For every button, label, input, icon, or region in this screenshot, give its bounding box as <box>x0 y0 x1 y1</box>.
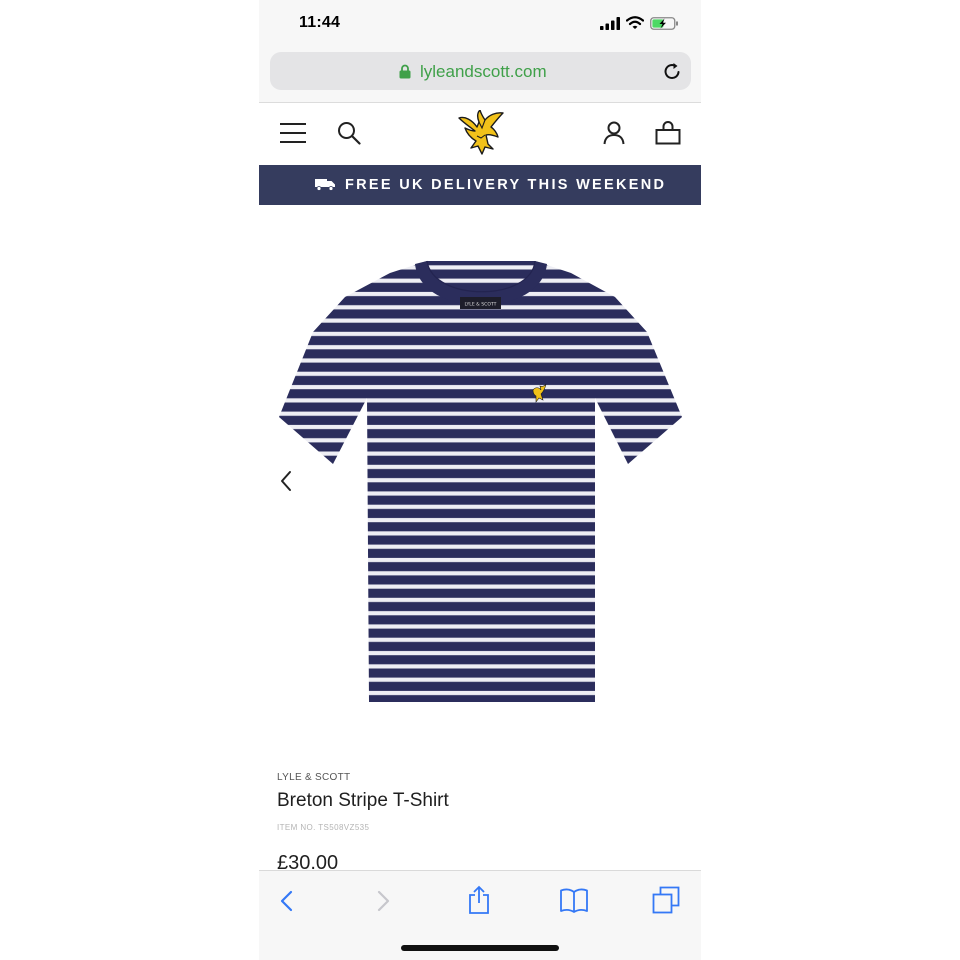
url-text: lyleandscott.com <box>420 62 547 81</box>
product-image: LYLE & SCOTT <box>279 260 682 702</box>
share-icon[interactable] <box>468 885 490 915</box>
tabs-icon[interactable] <box>652 886 680 914</box>
product-title: Breton Stripe T-Shirt <box>277 790 449 811</box>
cellular-signal-icon <box>600 17 620 30</box>
delivery-banner[interactable]: FREE UK DELIVERY THIS WEEKEND <box>259 165 701 205</box>
reload-icon[interactable] <box>663 62 682 81</box>
status-bar: 11:44 <box>259 0 701 48</box>
back-icon[interactable] <box>279 890 295 912</box>
browser-address-area: lyleandscott.com <box>259 48 701 103</box>
search-icon[interactable] <box>337 121 361 145</box>
banner-text: FREE UK DELIVERY THIS WEEKEND <box>345 177 667 193</box>
browser-toolbar <box>259 870 701 960</box>
phone-screen: 11:44 lyleandscott.com FREE UK DELIVERY … <box>259 0 701 960</box>
golden-eagle-logo-icon[interactable] <box>457 110 505 156</box>
product-brand: LYLE & SCOTT <box>277 772 351 783</box>
product-gallery[interactable]: LYLE & SCOTT <box>259 205 701 750</box>
wifi-icon <box>626 16 644 29</box>
status-time: 11:44 <box>299 14 341 31</box>
site-header <box>259 103 701 165</box>
home-indicator[interactable] <box>401 945 559 951</box>
forward-icon[interactable] <box>375 890 391 912</box>
bookmarks-icon[interactable] <box>559 887 589 913</box>
account-icon[interactable] <box>603 121 625 145</box>
menu-icon[interactable] <box>280 122 306 144</box>
truck-icon <box>315 179 335 191</box>
neck-label-text: LYLE & SCOTT <box>465 302 497 308</box>
battery-charging-icon <box>650 17 678 30</box>
lock-icon <box>399 64 411 79</box>
bag-icon[interactable] <box>655 121 681 145</box>
product-item-number: ITEM NO. TS508VZ535 <box>277 823 370 832</box>
address-bar[interactable]: lyleandscott.com <box>270 52 691 90</box>
